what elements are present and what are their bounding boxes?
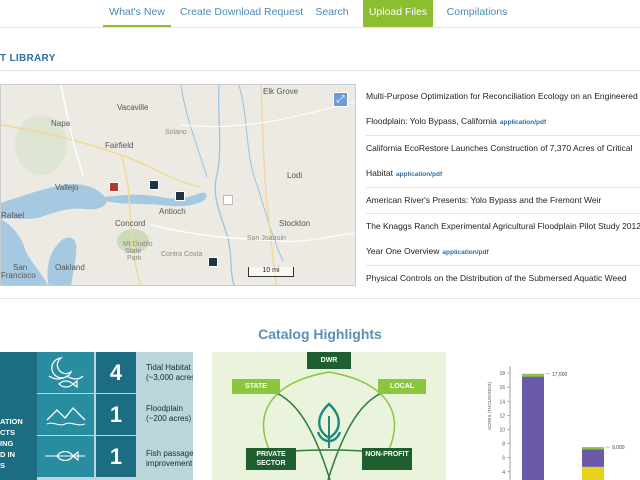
- map-label: Fairfield: [105, 141, 134, 150]
- y-tick-label: 12: [499, 413, 505, 419]
- y-tick-label: 6: [502, 456, 505, 462]
- summary-text-line: D IN: [0, 450, 15, 459]
- summary-text-line: ING: [0, 439, 14, 448]
- document-title-line: Physical Controls on the Distribution of…: [366, 273, 627, 283]
- map-marker[interactable]: [175, 191, 185, 201]
- mime-type-badge: application/pdf: [395, 171, 443, 178]
- document-title-line: California EcoRestore Launches Construct…: [366, 143, 633, 153]
- map-label: Mt Diablo: [123, 241, 153, 248]
- count-label: Tidal Habitat: [146, 363, 191, 372]
- list-item[interactable]: California EcoRestore Launches Construct…: [366, 136, 640, 188]
- tab-compilations[interactable]: Compilations: [443, 0, 511, 27]
- count-number: 4: [96, 352, 136, 393]
- list-item[interactable]: The Knaggs Ranch Experimental Agricultur…: [366, 214, 640, 266]
- map-label: Solano: [165, 129, 187, 136]
- count-label: Floodplain: [146, 404, 183, 413]
- document-list: Multi-Purpose Optimization for Reconcili…: [366, 84, 640, 291]
- count-number: 1: [96, 436, 136, 477]
- map-label: Antioch: [159, 207, 186, 216]
- map-label: Francisco: [1, 271, 36, 280]
- y-tick-label: 14: [499, 399, 505, 405]
- divider: [0, 70, 640, 71]
- list-item[interactable]: Multi-Purpose Optimization for Reconcili…: [366, 84, 640, 136]
- projects-total-number: 0: [0, 374, 1, 408]
- y-tick-label: 10: [499, 427, 505, 433]
- map-label: Vacaville: [117, 103, 149, 112]
- tab-search[interactable]: Search: [308, 0, 356, 27]
- floodplain-icon: [37, 394, 94, 436]
- map-label: Lodi: [287, 171, 303, 180]
- projects-summary: 0 ATION CTS ING D IN S: [0, 352, 37, 480]
- y-tick-label: 4: [502, 470, 505, 476]
- map-label: State: [125, 248, 142, 255]
- mime-type-badge: application/pdf: [442, 249, 489, 256]
- list-item[interactable]: Physical Controls on the Distribution of…: [366, 266, 640, 291]
- map-label: Stockton: [279, 219, 311, 228]
- divider: [0, 298, 640, 299]
- count-sublabel: improvement: [146, 459, 193, 468]
- document-title-line: Year One Overview: [366, 246, 440, 256]
- map-label: Park: [127, 255, 142, 262]
- document-title-line: Habitat: [366, 168, 393, 178]
- bar-value-label: 9,000: [612, 445, 625, 451]
- summary-text-line: ATION: [0, 417, 23, 426]
- map-expand-button[interactable]: ⤢: [333, 92, 348, 107]
- bar-segment: [522, 373, 544, 377]
- bar-segment: [582, 449, 604, 467]
- map-marker[interactable]: [208, 257, 218, 267]
- tab-upload-files[interactable]: Upload Files: [363, 0, 433, 27]
- acres-bar-chart: 4 6 8 10 12 14 16 18 ACRES (THOUSANDS) 17,500 9,00…: [487, 366, 625, 480]
- summary-text-line: S: [0, 461, 6, 470]
- document-title-line: Floodplain: Yolo Bypass, California: [366, 116, 497, 126]
- highlight-card-partners[interactable]: DWR STATE LOCAL PRIVATE SECTOR NON-PROFI…: [212, 352, 446, 480]
- count-sublabel: (~3,000 acres): [146, 373, 193, 382]
- moon-fish-icon: [37, 352, 94, 394]
- expand-icon: ⤢: [336, 94, 345, 105]
- top-navigation: What's New Create Download Request Searc…: [0, 0, 640, 28]
- map-marker[interactable]: [149, 180, 159, 190]
- map-label: San Joaquin: [247, 235, 286, 242]
- y-tick-label: 16: [499, 385, 505, 391]
- count-sublabel: (~200 acres): [146, 414, 192, 423]
- bar-segment: [522, 376, 544, 480]
- highlight-card-acres-chart[interactable]: 4 6 8 10 12 14 16 18 ACRES (THOUSANDS) 17,500 9,00…: [464, 352, 640, 480]
- tab-whats-new[interactable]: What's New: [103, 0, 171, 27]
- partner-box-dwr: DWR: [307, 352, 351, 369]
- document-title-line: Multi-Purpose Optimization for Reconcili…: [366, 91, 638, 101]
- count-number: 1: [96, 394, 136, 435]
- partner-box-state: STATE: [232, 379, 280, 394]
- map-marker[interactable]: [223, 195, 233, 205]
- bar-value-label: 17,500: [552, 372, 568, 378]
- partner-box-local: LOCAL: [378, 379, 426, 394]
- map-scale-bar: 10 mi: [248, 267, 294, 277]
- bar-segment: [582, 447, 604, 450]
- partner-box-private-sector: PRIVATE SECTOR: [246, 448, 296, 470]
- map-label: Concord: [115, 219, 146, 228]
- list-item[interactable]: American River's Presents: Yolo Bypass a…: [366, 188, 640, 214]
- map-label: Contra Costa: [161, 251, 203, 258]
- map-label: Rafael: [1, 211, 25, 220]
- y-axis-label: ACRES (THOUSANDS): [487, 382, 492, 431]
- map-marker[interactable]: [109, 182, 119, 192]
- count-label: Fish passage: [146, 449, 193, 458]
- project-map[interactable]: Elk Grove Vacaville Napa Solano Fairfiel…: [0, 84, 356, 286]
- map-label: Oakland: [55, 263, 85, 272]
- catalog-highlights-title: Catalog Highlights: [258, 326, 382, 342]
- document-title-line: The Knaggs Ranch Experimental Agricultur…: [366, 221, 640, 231]
- map-label: Vallejo: [55, 183, 79, 192]
- library-title: T LIBRARY: [0, 53, 56, 64]
- highlight-card-project-counts[interactable]: 0 ATION CTS ING D IN S 4 Tidal Habitat (…: [0, 352, 193, 480]
- bar-segment: [582, 466, 604, 480]
- mime-type-badge: application/pdf: [499, 119, 547, 126]
- document-title-line: American River's Presents: Yolo Bypass a…: [366, 195, 602, 205]
- y-tick-label: 8: [502, 442, 505, 448]
- y-tick-label: 18: [499, 371, 505, 377]
- map-label: Napa: [51, 119, 71, 128]
- map-label: Elk Grove: [263, 87, 299, 96]
- fish-passage-icon: [37, 436, 94, 478]
- partner-box-non-profit: NON-PROFIT: [362, 448, 412, 470]
- tab-create-download-request[interactable]: Create Download Request: [180, 0, 303, 27]
- summary-text-line: CTS: [0, 428, 15, 437]
